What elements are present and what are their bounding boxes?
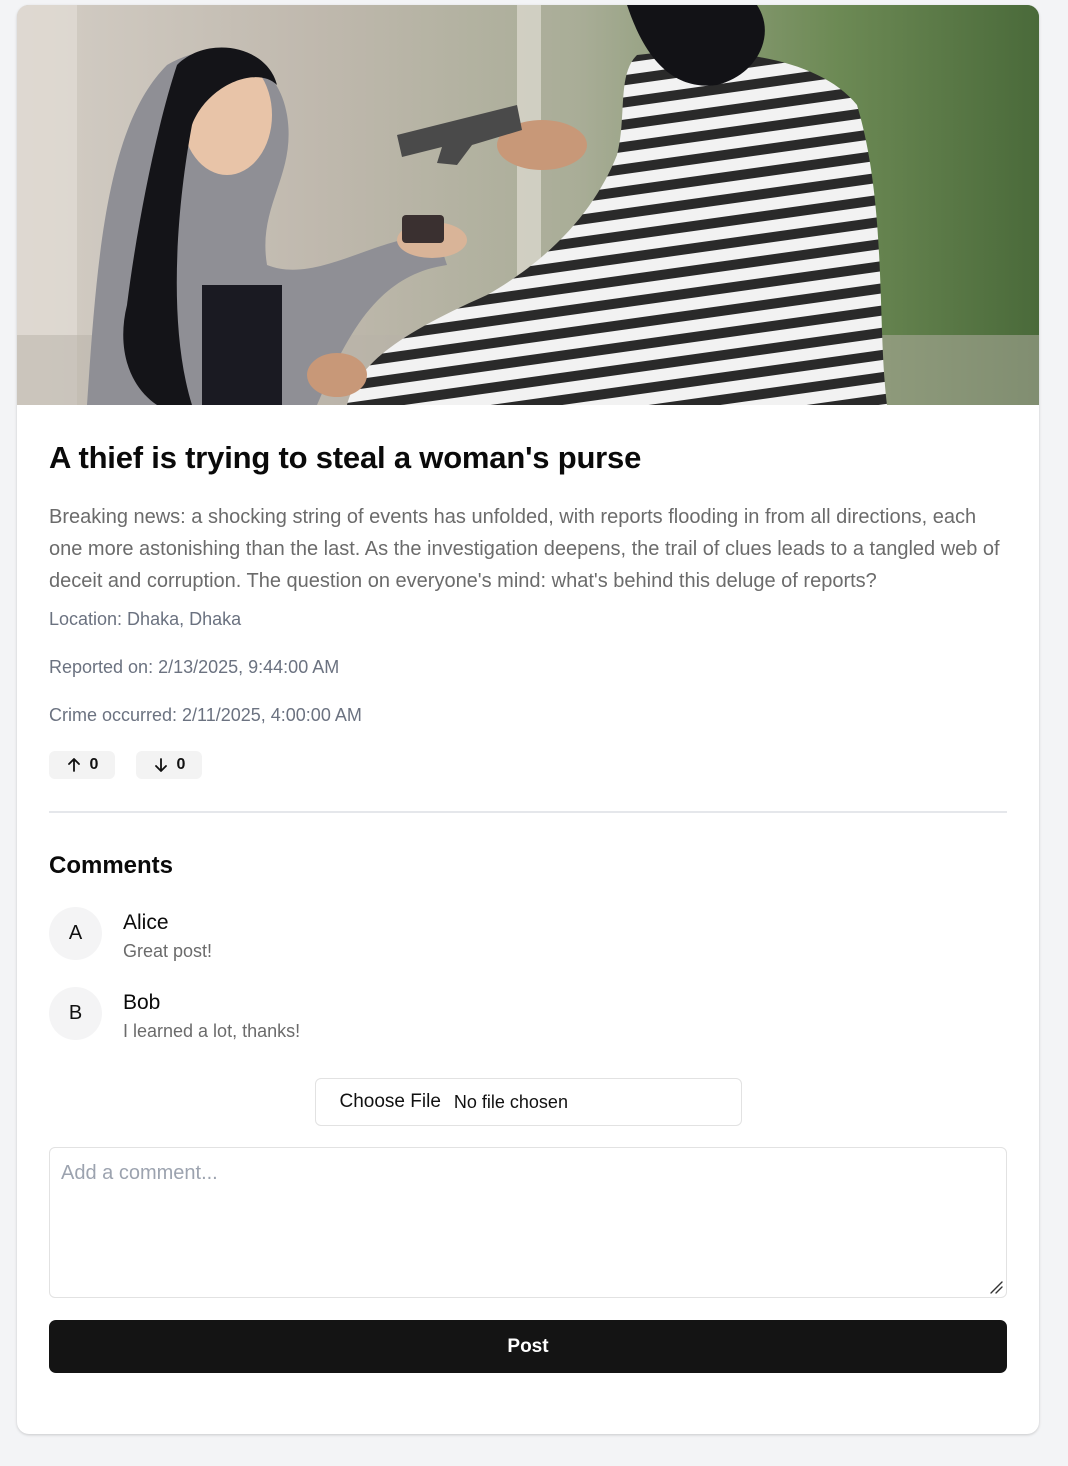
comments-heading: Comments (49, 852, 174, 879)
comment-box (49, 1147, 1007, 1298)
file-input[interactable]: Choose File No file chosen (314, 1078, 742, 1126)
post-card: A thief is trying to steal a woman's pur… (17, 5, 1039, 1434)
avatar: B (49, 987, 102, 1040)
section-divider (49, 811, 1007, 813)
comment-author: Alice (123, 911, 169, 934)
comment-input[interactable] (50, 1148, 1006, 1297)
comment-item: B Bob I learned a lot, thanks! (49, 987, 1007, 1043)
upvote-button[interactable]: 0 (49, 751, 115, 779)
post-reported-on: Reported on: 2/13/2025, 9:44:00 AM (49, 657, 340, 677)
upvote-count: 0 (89, 756, 99, 773)
comments-list: A Alice Great post! B Bob I learned a lo… (49, 907, 1007, 1043)
post-title: A thief is trying to steal a woman's pur… (49, 440, 642, 475)
choose-file-button[interactable]: Choose File (340, 1091, 441, 1113)
vote-controls: 0 0 (49, 751, 1007, 779)
downvote-count: 0 (176, 756, 186, 773)
post-image (17, 5, 1039, 405)
post-description: Breaking news: a shocking string of even… (49, 506, 1000, 592)
file-upload-row: Choose File No file chosen (49, 1078, 1007, 1126)
arrow-down-icon (154, 758, 167, 772)
arrow-up-icon (67, 758, 80, 772)
post-location: Location: Dhaka, Dhaka (49, 609, 242, 629)
comment-author: Bob (123, 991, 161, 1014)
comment-item: A Alice Great post! (49, 907, 1007, 963)
comment-text: I learned a lot, thanks! (123, 1021, 301, 1041)
file-status: No file chosen (453, 1091, 568, 1112)
comment-text: Great post! (123, 941, 213, 961)
downvote-button[interactable]: 0 (136, 751, 202, 779)
post-button[interactable]: Post (49, 1320, 1007, 1373)
post-crime-occurred: Crime occurred: 2/11/2025, 4:00:00 AM (49, 705, 362, 725)
avatar: A (49, 907, 102, 960)
resize-handle-icon[interactable] (988, 1279, 1004, 1295)
